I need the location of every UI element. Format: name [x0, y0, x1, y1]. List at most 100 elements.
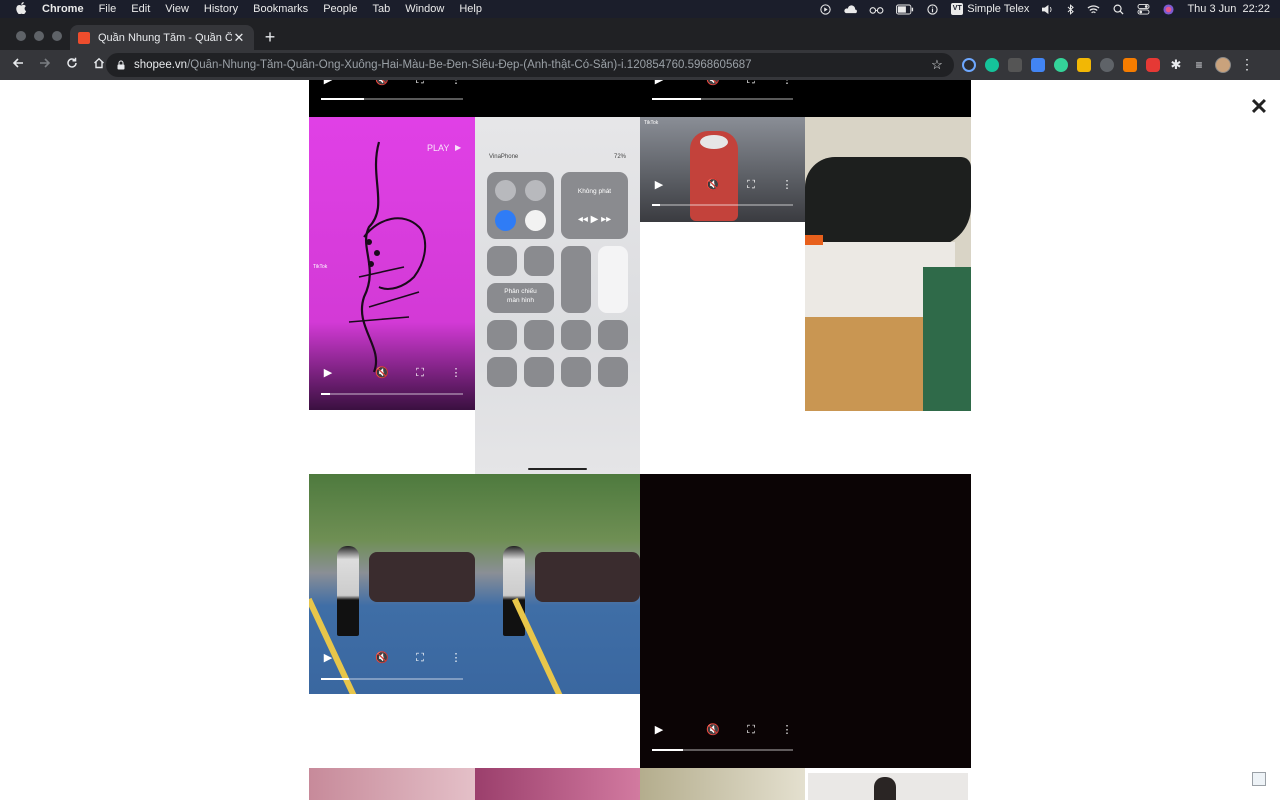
- video-progress-bar[interactable]: [321, 678, 463, 680]
- extension-yellow-icon[interactable]: [1077, 57, 1091, 72]
- menu-view[interactable]: View: [165, 3, 189, 15]
- play-icon[interactable]: ▶: [652, 80, 666, 86]
- screen-record-icon: [487, 357, 517, 387]
- control-center-icon[interactable]: [1137, 3, 1150, 15]
- video-progress-bar[interactable]: [652, 98, 793, 100]
- fullscreen-icon[interactable]: ⛶: [413, 367, 427, 379]
- profile-avatar[interactable]: [1215, 56, 1231, 73]
- close-viewer-button[interactable]: ✕: [1249, 96, 1269, 118]
- video-progress-bar[interactable]: [321, 393, 463, 395]
- extension-orange-bag-icon[interactable]: [1123, 57, 1137, 72]
- info-icon[interactable]: [926, 3, 939, 15]
- menu-bookmarks[interactable]: Bookmarks: [253, 3, 308, 15]
- parking-photo-tile[interactable]: [475, 474, 640, 694]
- reading-list-icon[interactable]: ≡: [1192, 58, 1206, 72]
- fabric-photo-tile[interactable]: [309, 768, 475, 800]
- minimize-window-button[interactable]: [34, 31, 44, 41]
- tab-close-icon[interactable]: ✕: [232, 30, 246, 46]
- browser-tab-active[interactable]: Quần Nhung Tăm - Quần Ống ✕: [70, 25, 254, 50]
- zoom-window-button[interactable]: [52, 31, 62, 41]
- fullscreen-icon[interactable]: ⛶: [744, 80, 758, 86]
- more-vert-icon[interactable]: ⋮: [449, 80, 463, 86]
- glasses-icon[interactable]: [869, 4, 884, 15]
- extension-wifi-icon[interactable]: [1100, 57, 1114, 72]
- video-progress-bar[interactable]: [652, 204, 793, 206]
- bluetooth-toggle-icon: [525, 210, 546, 231]
- new-tab-button[interactable]: +: [262, 28, 278, 46]
- extension-c-icon[interactable]: [962, 57, 976, 72]
- brightness-slider: [561, 246, 591, 313]
- play-icon[interactable]: ▶: [652, 179, 666, 191]
- menu-window[interactable]: Window: [405, 3, 444, 15]
- menu-tab[interactable]: Tab: [372, 3, 390, 15]
- tiktok-video-tile[interactable]: PLAY ▶ TikTok ▶ 🔇 ⛶ ⋮: [309, 117, 475, 410]
- shopee-favicon-icon: [78, 31, 90, 44]
- menu-edit[interactable]: Edit: [131, 3, 150, 15]
- extension-dark-icon[interactable]: [1008, 57, 1022, 72]
- chrome-menu-icon[interactable]: ⋮: [1240, 56, 1254, 73]
- apple-icon[interactable]: [8, 1, 34, 17]
- reload-icon[interactable]: [60, 53, 84, 77]
- play-icon[interactable]: ▶: [321, 80, 335, 86]
- menu-file[interactable]: File: [99, 3, 117, 15]
- menu-app-chrome[interactable]: Chrome: [42, 3, 84, 15]
- model-photo-tile[interactable]: [808, 773, 968, 800]
- cloud-app-icon[interactable]: [844, 4, 858, 15]
- siri-icon[interactable]: [1162, 3, 1175, 15]
- menubar-clock[interactable]: Thu 3 Jun 22:22: [1187, 3, 1270, 15]
- play-icon[interactable]: ▶: [321, 652, 335, 664]
- play-icon[interactable]: ▶: [321, 367, 335, 379]
- mute-icon[interactable]: 🔇: [706, 80, 720, 86]
- play-icon[interactable]: ▶: [652, 724, 666, 736]
- bluetooth-icon[interactable]: [1066, 3, 1075, 15]
- battery-icon[interactable]: [896, 4, 914, 15]
- fullscreen-icon[interactable]: ⛶: [744, 724, 758, 736]
- phone-control-center-screenshot[interactable]: VinaPhone 72% Không phát ◂◂ ▶ ▸▸ Phản ch…: [475, 117, 640, 474]
- mute-icon[interactable]: 🔇: [375, 80, 389, 86]
- scooter-video-tile[interactable]: TikTok ▶ 🔇 ⛶ ⋮: [640, 117, 805, 222]
- url-path: /Quần-Nhung-Tăm-Quần-Ống-Xuông-Hai-Màu-B…: [187, 59, 752, 71]
- now-playing-label: Không phát: [577, 188, 612, 195]
- parking-video-tile[interactable]: ▶ 🔇 ⛶ ⋮: [309, 474, 475, 694]
- media-play-icon[interactable]: [819, 3, 832, 15]
- macos-menubar: Chrome File Edit View History Bookmarks …: [0, 0, 1280, 18]
- fullscreen-icon[interactable]: ⛶: [744, 179, 758, 191]
- extension-grammarly-icon[interactable]: [985, 57, 999, 72]
- more-vert-icon[interactable]: ⋮: [780, 80, 794, 86]
- mute-icon[interactable]: 🔇: [375, 652, 389, 664]
- extension-translate-icon[interactable]: [1031, 57, 1045, 72]
- menu-history[interactable]: History: [204, 3, 238, 15]
- more-vert-icon[interactable]: ⋮: [449, 367, 463, 379]
- back-arrow-icon[interactable]: [6, 53, 30, 77]
- green-bag: [923, 267, 971, 411]
- address-bar[interactable]: shopee.vn /Quần-Nhung-Tăm-Quần-Ống-Xuông…: [106, 53, 954, 77]
- mute-icon[interactable]: 🔇: [706, 179, 720, 191]
- forward-arrow-icon[interactable]: [33, 53, 57, 77]
- video-progress-bar[interactable]: [321, 98, 463, 100]
- extension-green-plus-icon[interactable]: [1054, 57, 1068, 72]
- food-photo-tile[interactable]: [640, 768, 805, 800]
- fabric-photo-tile-2[interactable]: [475, 768, 640, 800]
- package-photo-tile[interactable]: [805, 117, 971, 411]
- spotlight-search-icon[interactable]: [1112, 4, 1125, 15]
- extensions-puzzle-icon[interactable]: ✱: [1169, 57, 1183, 72]
- more-vert-icon[interactable]: ⋮: [449, 652, 463, 664]
- close-window-button[interactable]: [16, 31, 26, 41]
- video-progress-bar[interactable]: [652, 749, 793, 751]
- dark-video-tile[interactable]: ▶ 🔇 ⛶ ⋮: [640, 474, 971, 768]
- extension-red-icon[interactable]: [1146, 57, 1160, 72]
- fullscreen-icon[interactable]: ⛶: [413, 652, 427, 664]
- wifi-icon[interactable]: [1087, 4, 1100, 15]
- mute-icon[interactable]: 🔇: [375, 367, 389, 379]
- lock-icon[interactable]: [116, 60, 126, 70]
- menu-help[interactable]: Help: [459, 3, 482, 15]
- bookmark-star-icon[interactable]: ☆: [930, 57, 944, 73]
- mute-icon[interactable]: 🔇: [706, 724, 720, 736]
- more-vert-icon[interactable]: ⋮: [780, 179, 794, 191]
- cellular-icon: [525, 180, 546, 201]
- more-vert-icon[interactable]: ⋮: [780, 724, 794, 736]
- input-method-menu[interactable]: VT Simple Telex: [951, 3, 1029, 15]
- volume-icon[interactable]: [1041, 4, 1054, 15]
- fullscreen-icon[interactable]: ⛶: [413, 80, 427, 86]
- menu-people[interactable]: People: [323, 3, 357, 15]
